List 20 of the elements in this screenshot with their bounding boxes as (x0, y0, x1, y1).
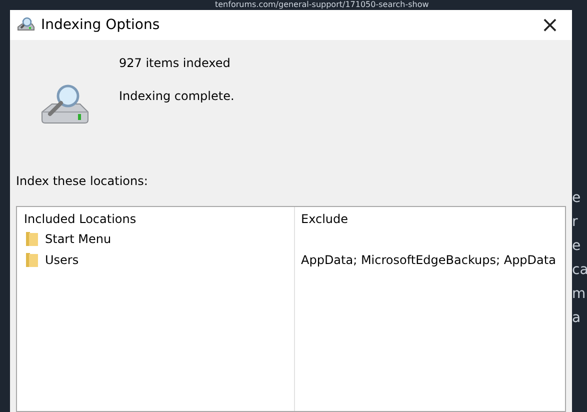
folder-icon (26, 232, 38, 246)
status-message: Indexing complete. (119, 89, 234, 103)
column-header[interactable]: Included Locations (24, 212, 294, 228)
section-label: Index these locations: (16, 174, 149, 188)
background-text: m (572, 286, 587, 302)
location-name[interactable]: Start Menu (45, 232, 112, 246)
close-button[interactable]: × (528, 10, 572, 40)
address-text: tenforums.com/general-support/171050-search-show (215, 0, 430, 10)
window-title: Indexing Options (41, 17, 161, 33)
background-text: r (572, 214, 579, 230)
exclude-text: AppData; MicrosoftEdgeBackups; AppData (301, 252, 556, 266)
background-text: e (572, 238, 582, 254)
drive-magnifier-icon (16, 17, 36, 33)
background-text: ca (572, 262, 587, 278)
column-header[interactable]: Exclude (301, 212, 565, 228)
folder-icon (26, 252, 38, 266)
items-count: 927 items indexed (119, 56, 232, 70)
location-name[interactable]: Users (45, 252, 79, 266)
background-text: a (572, 310, 582, 326)
background-text: e (572, 190, 582, 206)
